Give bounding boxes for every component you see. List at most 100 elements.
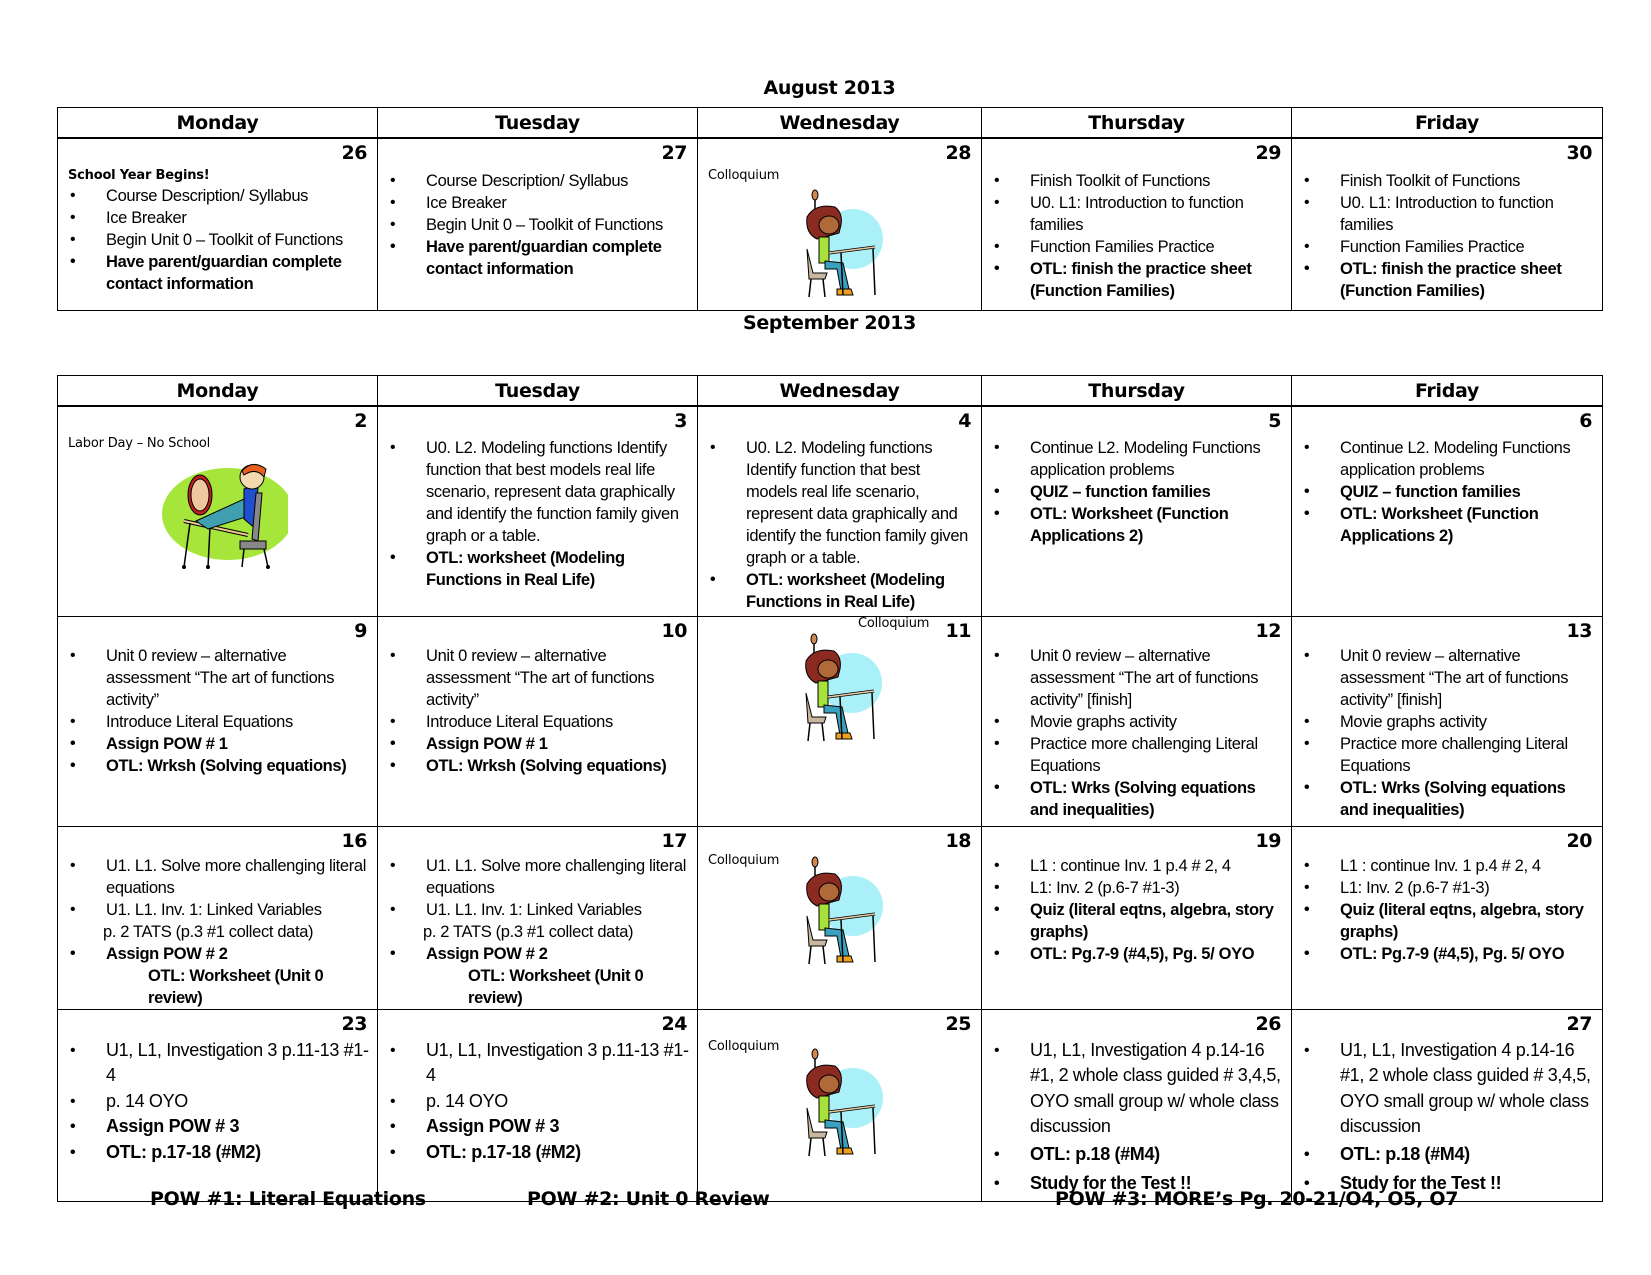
day-number: 6 [1579,410,1592,432]
agenda-item: Unit 0 review – alternative assessment “… [68,645,369,711]
student-at-desk-illustration [795,856,885,968]
agenda-item: Introduce Literal Equations [68,711,369,733]
agenda-item: OTL: p.18 (#M4) [992,1140,1283,1169]
agenda-list: Continue L2. Modeling Functions applicat… [982,433,1291,547]
day-note: Colloquium [708,168,780,183]
week-row: 9 Unit 0 review – alternative assessment… [57,615,1603,827]
agenda-list: U1, L1, Investigation 4 p.14-16 #1, 2 wh… [1292,1036,1602,1198]
agenda-item: OTL: Worksheet (Unit 0 review) [148,966,324,1007]
agenda-list: U1. L1. Solve more challenging literal e… [378,853,697,1009]
day-cell: 19 L1 : continue Inv. 1 p.4 # 2, 4 L1: I… [981,825,1292,1010]
agenda-item: p. 14 OYO [68,1089,369,1115]
agenda-item: Unit 0 review – alternative assessment “… [1302,645,1594,711]
colloquium-block: Colloquium [698,616,981,773]
agenda-item: U1, L1, Investigation 4 p.14-16 #1, 2 wh… [992,1038,1283,1140]
day-number: 16 [341,829,368,852]
agenda-item: Function Families Practice [1302,236,1594,258]
agenda-item: Quiz (literal eqtns, algebra, story grap… [1302,899,1594,943]
agenda-item: L1 : continue Inv. 1 p.4 # 2, 4 [1302,855,1594,877]
agenda-item: U0. L2. Modeling functions Identify func… [708,437,973,569]
agenda-list: Unit 0 review – alternative assessment “… [58,643,377,777]
day-cell: 17 U1. L1. Solve more challenging litera… [377,825,698,1010]
day-number: 9 [354,619,367,642]
agenda-item: Introduce Literal Equations [388,711,689,733]
day-number: 3 [674,410,687,432]
day-number: 20 [1566,829,1593,852]
agenda-list: Continue L2. Modeling Functions applicat… [1292,433,1602,547]
agenda-item: Practice more challenging Literal Equati… [1302,733,1594,777]
day-cell: 24 U1, L1, Investigation 3 p.11-13 #1-4 … [377,1008,698,1202]
agenda-item: Practice more challenging Literal Equati… [992,733,1283,777]
weekday-header: Thursday [981,375,1292,407]
day-number: 10 [661,619,688,642]
day-cell: 26 School Year Begins! Course Descriptio… [57,137,378,311]
agenda-list: Unit 0 review – alternative assessment “… [378,643,697,777]
agenda-item: U0. L1: Introduction to function familie… [992,192,1283,236]
day-cell: 9 Unit 0 review – alternative assessment… [57,615,378,827]
day-cell: 29 Finish Toolkit of Functions U0. L1: I… [981,137,1292,311]
agenda-item: OTL: Wrksh (Solving equations) [68,755,369,777]
day-number: 23 [341,1012,368,1035]
agenda-item: OTL: p.17-18 (#M2) [68,1140,369,1166]
agenda-item: OTL: Wrksh (Solving equations) [388,755,689,777]
agenda-list: L1 : continue Inv. 1 p.4 # 2, 4 L1: Inv.… [1292,853,1602,965]
agenda-item: U1. L1. Solve more challenging literal e… [388,855,689,899]
agenda-item: Begin Unit 0 – Toolkit of Functions [388,214,689,236]
day-number: 2 [354,410,367,432]
agenda-item: Unit 0 review – alternative assessment “… [992,645,1283,711]
agenda-item: U1. L1. Inv. 1: Linked Variables [68,899,369,921]
agenda-item: Begin Unit 0 – Toolkit of Functions [68,229,369,251]
agenda-item: U1, L1, Investigation 4 p.14-16 #1, 2 wh… [1302,1038,1594,1140]
day-cell: 13 Unit 0 review – alternative assessmen… [1291,615,1603,827]
weekday-header: Monday [57,375,378,407]
week-row: 23 U1, L1, Investigation 3 p.11-13 #1-4 … [57,1008,1603,1202]
agenda-item: OTL: Wrks (Solving equations and inequal… [1302,777,1594,821]
day-cell: 20 L1 : continue Inv. 1 p.4 # 2, 4 L1: I… [1291,825,1603,1010]
agenda-item: Quiz (literal eqtns, algebra, story grap… [992,899,1283,943]
agenda-item: Continue L2. Modeling Functions applicat… [1302,437,1594,481]
agenda-item: Assign POW # 1 [388,733,689,755]
agenda-item: Assign POW # 3 [388,1114,689,1140]
day-number: 26 [1255,1012,1282,1035]
footer-pow-1: POW #1: Literal Equations [150,1188,426,1210]
day-number: 12 [1255,619,1282,642]
day-number: 13 [1566,619,1593,642]
agenda-item: OTL: p.17-18 (#M2) [388,1140,689,1166]
day-number: 26 [341,142,368,164]
agenda-item: OTL: Worksheet (Function Applications 2) [1302,503,1594,547]
agenda-item: L1: Inv. 2 (p.6-7 #1-3) [992,877,1283,899]
day-cell: 5 Continue L2. Modeling Functions applic… [981,405,1292,617]
day-note: Colloquium [858,615,930,631]
calendar-august: Monday Tuesday Wednesday Thursday Friday… [57,107,1603,311]
week-row: 16 U1. L1. Solve more challenging litera… [57,825,1603,1010]
day-cell: 3 U0. L2. Modeling functions Identify fu… [377,405,698,617]
agenda-item: U1. L1. Solve more challenging literal e… [68,855,369,899]
weekday-header: Tuesday [377,375,698,407]
footer-pow-3: POW #3: MORE’s Pg. 20-21/O4, O5, O7 [1055,1188,1459,1210]
day-number: 30 [1566,142,1593,164]
day-cell: 27 Course Description/ Syllabus Ice Brea… [377,137,698,311]
agenda-item: Have parent/guardian complete contact in… [68,251,369,295]
agenda-item: Assign POW # 2 [388,943,689,965]
agenda-item: Unit 0 review – alternative assessment “… [388,645,689,711]
agenda-item: OTL: Pg.7-9 (#4,5), Pg. 5/ OYO [1302,943,1594,965]
agenda-item: QUIZ – function families [1302,481,1594,503]
agenda-item: L1: Inv. 2 (p.6-7 #1-3) [1302,877,1594,899]
weekday-header: Wednesday [697,375,982,407]
weekday-header: Friday [1291,107,1603,139]
agenda-item: Continue L2. Modeling Functions applicat… [992,437,1283,481]
agenda-item: Course Description/ Syllabus [68,185,369,207]
day-cell: 23 U1, L1, Investigation 3 p.11-13 #1-4 … [57,1008,378,1202]
month-title-august: August 2013 [763,77,896,99]
agenda-item: Movie graphs activity [992,711,1283,733]
day-cell: 10 Unit 0 review – alternative assessmen… [377,615,698,827]
agenda-item: U1, L1, Investigation 3 p.11-13 #1-4 [388,1038,689,1089]
agenda-list: Finish Toolkit of Functions U0. L1: Intr… [982,165,1291,302]
day-cell: 4 U0. L2. Modeling functions Identify fu… [697,405,982,617]
agenda-item: OTL: Pg.7-9 (#4,5), Pg. 5/ OYO [992,943,1283,965]
day-note: Labor Day – No School [68,436,211,451]
day-note: School Year Begins! [68,168,210,183]
day-number: 18 [945,829,972,852]
agenda-list: Unit 0 review – alternative assessment “… [1292,643,1602,821]
agenda-list: U1, L1, Investigation 3 p.11-13 #1-4 p. … [58,1036,377,1166]
